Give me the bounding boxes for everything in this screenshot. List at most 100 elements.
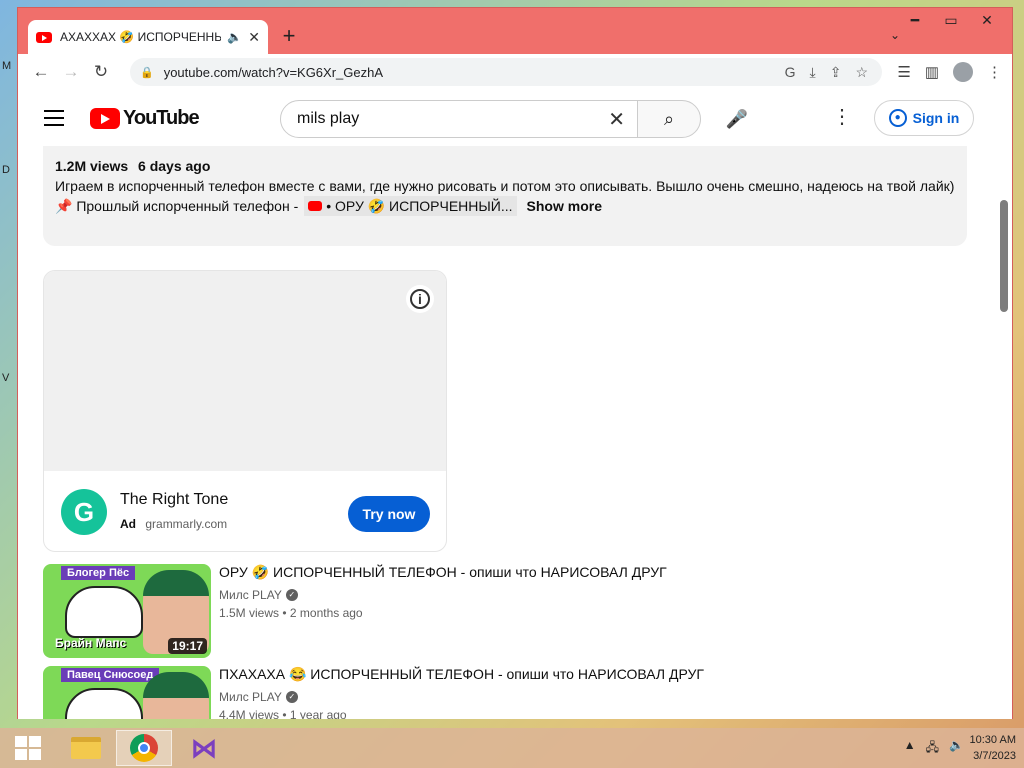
address-bar[interactable]: 🔒 youtube.com/watch?v=KG6Xr_GezhA G ⤓ ⇪ … bbox=[130, 58, 882, 86]
channel-name[interactable]: Милс PLAY bbox=[219, 588, 282, 602]
file-explorer-button[interactable] bbox=[58, 730, 114, 766]
ad-info-icon[interactable]: i bbox=[406, 285, 434, 313]
thumbnail-face bbox=[143, 672, 209, 719]
video-stats: 1.5M views • 2 months ago bbox=[219, 606, 363, 620]
start-button[interactable] bbox=[0, 730, 56, 766]
desktop-edge-letter: V bbox=[2, 372, 10, 384]
back-arrow-icon[interactable]: ← bbox=[26, 62, 56, 82]
bookmark-star-icon[interactable]: ☆ bbox=[855, 64, 868, 81]
media-control-icon[interactable]: ☰ bbox=[897, 63, 910, 81]
channel-line[interactable]: Милс PLAY ✓ bbox=[219, 588, 298, 602]
thumbnail-banner: Блогер Пёс bbox=[61, 566, 136, 580]
side-panel-icon[interactable]: ▥ bbox=[925, 63, 939, 81]
share-icon[interactable]: ⇪ bbox=[830, 64, 842, 81]
url-text[interactable]: youtube.com/watch?v=KG6Xr_GezhA bbox=[164, 65, 383, 80]
youtube-chip-icon bbox=[308, 201, 323, 211]
video-duration: 19:17 bbox=[168, 638, 207, 654]
tab-strip: АХАХХАХ 🤣 ИСПОРЧЕННЫЙ 🔈 ✕ + ⌄ ━ ▭ ✕ bbox=[18, 8, 1012, 54]
minimize-button[interactable]: ━ bbox=[900, 12, 930, 29]
forward-arrow-icon[interactable]: → bbox=[56, 62, 86, 82]
recommended-video[interactable]: Павец Снюсоед ПХАХАХА 😂 ИСПОРЧЕННЫЙ ТЕЛЕ… bbox=[43, 666, 973, 719]
try-now-button[interactable]: Try now bbox=[348, 496, 430, 532]
speaker-icon[interactable]: 🔈 bbox=[227, 30, 242, 44]
video-stats: 4.4M views • 1 year ago bbox=[219, 708, 347, 719]
channel-name[interactable]: Милс PLAY bbox=[219, 690, 282, 704]
clock-time: 10:30 AM bbox=[969, 734, 1016, 746]
clear-search-icon[interactable]: ✕ bbox=[608, 107, 625, 132]
google-lens-icon[interactable]: G bbox=[785, 64, 796, 80]
clock-date: 3/7/2023 bbox=[973, 750, 1016, 762]
network-icon[interactable]: 🖧 bbox=[926, 738, 939, 759]
visual-studio-button[interactable]: ⋈ bbox=[176, 730, 232, 766]
video-title[interactable]: ПХАХАХА 😂 ИСПОРЧЕННЫЙ ТЕЛЕФОН - опиши чт… bbox=[219, 666, 704, 683]
tab-title: АХАХХАХ 🤣 ИСПОРЧЕННЫЙ bbox=[60, 30, 222, 44]
profile-avatar-icon[interactable] bbox=[953, 62, 973, 82]
video-thumbnail[interactable]: Павец Снюсоед bbox=[43, 666, 211, 719]
previous-video-label: 📌 Прошлый испорченный телефон - bbox=[55, 198, 299, 214]
lock-icon[interactable]: 🔒 bbox=[140, 66, 154, 79]
thumbnail-cartoon bbox=[65, 688, 143, 719]
youtube-play-icon bbox=[90, 108, 120, 129]
description-text: Играем в испорченный телефон вместе с ва… bbox=[55, 178, 955, 194]
search-query[interactable]: mils play bbox=[297, 110, 359, 128]
new-tab-button[interactable]: + bbox=[276, 24, 302, 50]
clock[interactable]: 10:30 AM 3/7/2023 bbox=[970, 732, 1016, 764]
previous-video-link[interactable]: • ОРУ 🤣 ИСПОРЧЕННЫЙ... bbox=[304, 196, 517, 216]
previous-video-link-text[interactable]: • ОРУ 🤣 ИСПОРЧЕННЫЙ... bbox=[326, 196, 512, 216]
search-input[interactable]: mils play ✕ bbox=[280, 100, 638, 138]
chrome-icon bbox=[130, 734, 158, 762]
search-button[interactable]: ⌕ bbox=[637, 100, 701, 138]
tab-close-icon[interactable]: ✕ bbox=[248, 29, 260, 46]
chrome-menu-icon[interactable]: ⋮ bbox=[987, 63, 1002, 81]
verified-check-icon: ✓ bbox=[285, 589, 298, 601]
ad-badge: Ad bbox=[120, 517, 136, 531]
account-circle-icon: ● bbox=[888, 109, 907, 127]
ad-domain: grammarly.com bbox=[145, 517, 228, 531]
ad-card[interactable]: i G The Right Tone Ad grammarly.com Try … bbox=[43, 270, 447, 552]
show-more-button[interactable]: Show more bbox=[527, 196, 602, 216]
browser-toolbar: ← → ↻ 🔒 youtube.com/watch?v=KG6Xr_GezhA … bbox=[18, 54, 1012, 90]
video-description[interactable]: 1.2M views 6 days ago Играем в испорченн… bbox=[43, 146, 967, 246]
sign-in-label: Sign in bbox=[912, 110, 960, 126]
youtube-favicon-icon bbox=[36, 31, 52, 43]
ad-source-line: Ad grammarly.com bbox=[120, 517, 227, 531]
recommended-video[interactable]: Блогер Пёс Брайн Мапс 19:17 ОРУ 🤣 ИСПОРЧ… bbox=[43, 564, 973, 660]
hamburger-menu-icon[interactable] bbox=[44, 110, 64, 131]
verified-check-icon: ✓ bbox=[285, 691, 298, 703]
voice-search-microphone-icon[interactable]: 🎤 bbox=[718, 100, 756, 138]
channel-line[interactable]: Милс PLAY ✓ bbox=[219, 690, 298, 704]
thumbnail-banner: Павец Снюсоед bbox=[61, 668, 160, 682]
maximize-button[interactable]: ▭ bbox=[936, 12, 966, 29]
browser-tab[interactable]: АХАХХАХ 🤣 ИСПОРЧЕННЫЙ 🔈 ✕ bbox=[28, 20, 268, 54]
upload-age: 6 days ago bbox=[138, 158, 211, 174]
youtube-page: YouTube mils play ✕ ⌕ 🎤 ⋮ ● Sign in 1.2M… bbox=[18, 90, 1012, 719]
view-count: 1.2M views bbox=[55, 158, 129, 174]
folder-icon bbox=[71, 737, 101, 759]
video-thumbnail[interactable]: Блогер Пёс Брайн Мапс 19:17 bbox=[43, 564, 211, 658]
grammarly-logo-icon[interactable]: G bbox=[61, 489, 107, 535]
taskbar: ⋈ ▲ 🖧 🔈 10:30 AM 3/7/2023 bbox=[0, 728, 1024, 768]
desktop-edge-letter: M bbox=[2, 60, 12, 72]
tab-search-chevron-icon[interactable]: ⌄ bbox=[890, 28, 900, 42]
description-previous-line: 📌 Прошлый испорченный телефон - • ОРУ 🤣 … bbox=[55, 196, 955, 216]
ad-media[interactable]: i bbox=[44, 271, 446, 471]
volume-icon[interactable]: 🔈 bbox=[949, 738, 964, 759]
description-meta: 1.2M views 6 days ago bbox=[55, 156, 955, 176]
settings-more-icon[interactable]: ⋮ bbox=[832, 104, 852, 129]
install-icon[interactable]: ⤓ bbox=[810, 64, 816, 81]
youtube-header: YouTube mils play ✕ ⌕ 🎤 ⋮ ● Sign in bbox=[18, 90, 1012, 146]
close-window-button[interactable]: ✕ bbox=[972, 12, 1002, 29]
reload-icon[interactable]: ↻ bbox=[86, 62, 116, 82]
visual-studio-icon: ⋈ bbox=[191, 732, 217, 763]
video-title[interactable]: ОРУ 🤣 ИСПОРЧЕННЫЙ ТЕЛЕФОН - опиши что НА… bbox=[219, 564, 667, 581]
youtube-logo[interactable]: YouTube bbox=[90, 107, 200, 130]
youtube-logo-text: YouTube bbox=[123, 107, 200, 129]
desktop-edge-letter: D bbox=[2, 164, 10, 176]
page-scrollbar[interactable] bbox=[1000, 200, 1008, 312]
sign-in-button[interactable]: ● Sign in bbox=[874, 100, 974, 136]
ad-title[interactable]: The Right Tone bbox=[120, 491, 228, 509]
show-hidden-icons-chevron-icon[interactable]: ▲ bbox=[904, 738, 916, 759]
windows-logo-icon bbox=[15, 736, 41, 760]
thumbnail-caption: Брайн Мапс bbox=[55, 636, 127, 650]
chrome-taskbar-button[interactable] bbox=[116, 730, 172, 766]
